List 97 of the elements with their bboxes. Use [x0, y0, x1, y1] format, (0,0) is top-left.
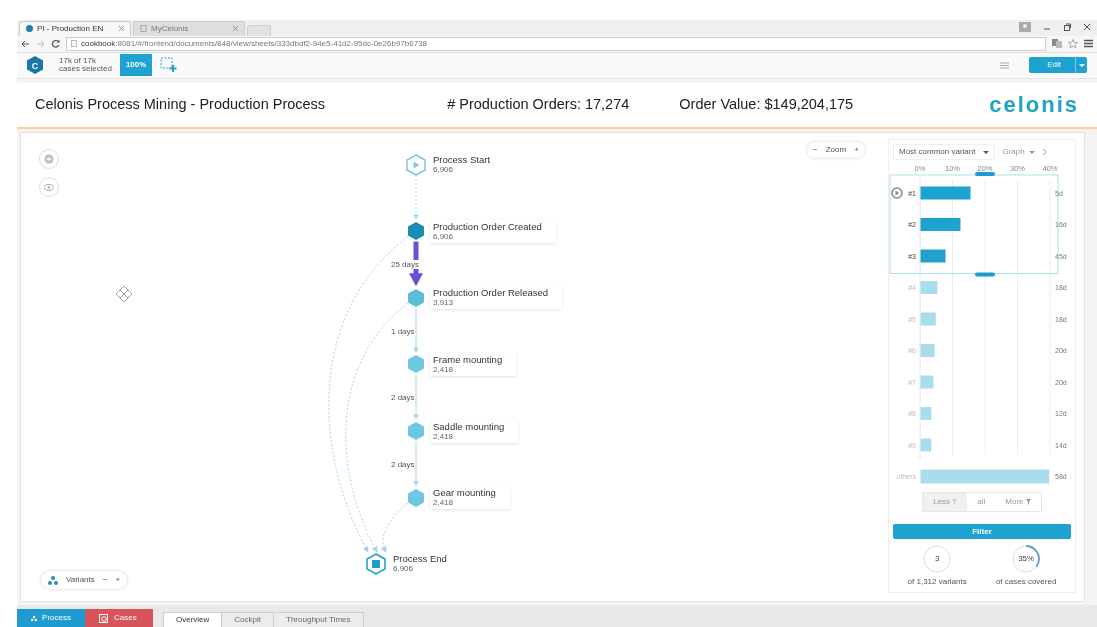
stat-caption: of 1,312 variants [907, 576, 967, 589]
user-icon[interactable] [1019, 22, 1031, 32]
page-icon [140, 25, 147, 33]
layers-button[interactable] [39, 149, 59, 170]
star-icon[interactable] [1068, 39, 1078, 49]
page-title: Celonis Process Mining - Production Process [35, 95, 326, 114]
case-count: 6,906 [433, 231, 455, 241]
all-button[interactable]: all [967, 493, 996, 512]
case-count: 2,418 [433, 365, 455, 374]
sheet-tab[interactable]: Throughput Times [273, 612, 364, 627]
bar[interactable] [920, 249, 946, 263]
caret-icon [983, 150, 990, 154]
kpi-text: Order Value: $149,204,175 [679, 95, 854, 114]
browser-tab[interactable]: PI - Production EN [19, 20, 131, 36]
case-count: 2,418 [433, 431, 455, 441]
remove-variant-button[interactable]: − [102, 574, 108, 587]
activity-node[interactable] [405, 486, 427, 509]
view-button[interactable] [39, 177, 59, 198]
restore-icon[interactable] [1063, 23, 1071, 31]
activity-name: Saddle mounting [433, 420, 505, 432]
app-tab[interactable]: Process [17, 609, 85, 627]
add-selection-icon[interactable] [160, 57, 179, 74]
add-variant-button[interactable]: + [115, 574, 121, 587]
address-field[interactable]: cookbook:8081/#/frontend/documents/848/view/sheets/333dbdf2-94e5-41d2-95dc-0e26b97b6738 [66, 36, 1046, 51]
reload-icon[interactable] [51, 39, 60, 49]
celonis-logo[interactable]: C [27, 56, 43, 75]
activity-node[interactable] [405, 286, 427, 309]
app-tab[interactable]: Cases [85, 609, 153, 627]
end-node-icon[interactable] [365, 552, 387, 575]
activity-node[interactable] [405, 353, 427, 376]
play-icon[interactable] [891, 187, 903, 199]
selection-percent-badge: 100% [119, 54, 153, 77]
close-icon[interactable] [119, 26, 124, 32]
app-favicon [26, 25, 33, 33]
more-button[interactable]: More [995, 493, 1041, 512]
duration-label: 2 days [391, 459, 415, 469]
activity-name: Process Start [433, 154, 491, 166]
case-count: 2,418 [433, 498, 455, 508]
resize-handle[interactable] [975, 272, 995, 277]
duration-label: 2 days [391, 393, 415, 403]
close-icon[interactable] [1083, 23, 1091, 31]
caret-icon[interactable] [1078, 63, 1085, 67]
activity-name: Production Order Created [433, 220, 542, 232]
count-ring [923, 545, 952, 574]
zoom-out-button[interactable]: − [813, 144, 818, 157]
case-count: 6,906 [433, 165, 455, 175]
activity-node[interactable] [405, 420, 427, 443]
activity-name: Production Order Released [433, 287, 549, 299]
variants-icon [48, 575, 58, 585]
eye-icon [44, 183, 54, 191]
bar[interactable] [920, 218, 961, 232]
process-icon [31, 613, 38, 623]
resize-handle[interactable] [975, 172, 995, 177]
selection-count: 17k of 17k [59, 57, 97, 66]
bar[interactable] [920, 407, 932, 421]
selection-caption: cases selected [59, 65, 112, 74]
kpi-text: # Production Orders: 17,274 [447, 95, 630, 114]
case-count: 6,906 [393, 564, 415, 574]
view-dropdown[interactable]: Graph [998, 146, 1039, 159]
filter-icon [952, 499, 958, 506]
activity-name: Process End [393, 553, 447, 565]
case-count: 3,913 [433, 298, 455, 308]
menu-icon[interactable] [1084, 39, 1093, 49]
back-icon[interactable] [21, 39, 30, 48]
bar[interactable] [920, 469, 1050, 484]
sheet-tab[interactable]: Overview [163, 612, 223, 627]
zoom-in-button[interactable]: + [854, 144, 859, 157]
sheet-tab[interactable]: Cockpit [221, 612, 275, 627]
variant-dropdown[interactable]: Most common variant [893, 144, 996, 161]
stat-caption: of cases covered [995, 576, 1057, 589]
duration-label: 1 days [391, 326, 415, 336]
new-tab-button[interactable] [247, 24, 271, 36]
move-icon[interactable] [115, 285, 133, 304]
zoom-label: Zoom [825, 144, 847, 157]
layers-icon [44, 154, 54, 165]
search-icon [99, 613, 109, 623]
caret-icon [1028, 150, 1035, 154]
browser-tab[interactable]: MyCelonis [133, 20, 245, 36]
page-icon [71, 40, 77, 48]
chevron-right-icon[interactable] [1041, 148, 1047, 157]
filter-button[interactable]: Filter [893, 524, 1071, 540]
activity-name: Frame mounting [433, 354, 503, 365]
coverage-ring [1012, 545, 1041, 574]
variants-label: Variants [66, 574, 95, 587]
edit-button[interactable]: Edit [1029, 57, 1087, 74]
start-node-icon[interactable] [405, 153, 427, 176]
forward-icon[interactable] [36, 39, 45, 48]
stat-value: 3 [934, 553, 940, 566]
bar[interactable] [920, 438, 932, 452]
bar[interactable] [920, 186, 971, 200]
celonis-logo: celonis [989, 91, 1079, 120]
translate-icon[interactable] [1052, 39, 1062, 49]
duration-label: 25 days [391, 260, 420, 270]
activity-node[interactable] [405, 220, 427, 243]
stat-value: 35% [1018, 553, 1035, 566]
activity-name: Gear mounting [433, 487, 496, 499]
filter-icon [1025, 499, 1031, 506]
